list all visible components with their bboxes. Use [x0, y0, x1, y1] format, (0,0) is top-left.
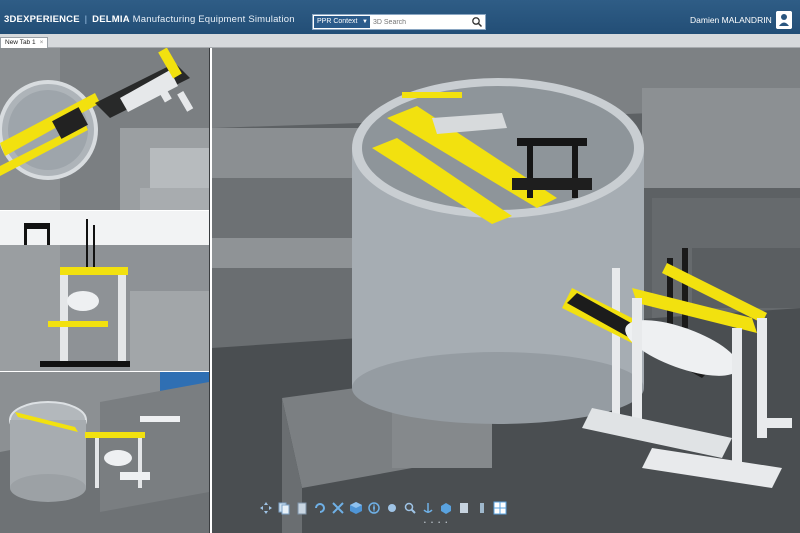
brand-separator: |: [84, 14, 88, 25]
viewport-side-view[interactable]: [0, 210, 209, 371]
pin-icon[interactable]: [473, 500, 490, 517]
compass-icon[interactable]: [365, 500, 382, 517]
main-3d-scene: [212, 48, 800, 533]
zoom-icon[interactable]: [401, 500, 418, 517]
layout-icon[interactable]: [491, 500, 508, 517]
viewport-main-3d[interactable]: [210, 48, 800, 533]
paste-icon[interactable]: [293, 500, 310, 517]
search-icon[interactable]: [471, 16, 483, 28]
measure-icon[interactable]: [437, 500, 454, 517]
brand-app-name: DELMIA: [92, 14, 130, 25]
user-name[interactable]: Damien MALANDRIN: [690, 15, 772, 25]
app-brand: 3DEXPERIENCE | DELMIA Manufacturing Equi…: [4, 14, 295, 25]
chevron-down-icon: ▼: [362, 19, 368, 25]
brand-subtitle: Manufacturing Equipment Simulation: [132, 14, 295, 25]
view-icon[interactable]: [383, 500, 400, 517]
iso-view-scene: [0, 372, 209, 533]
top-view-scene: [0, 48, 209, 210]
context-select-label: PPR Context: [317, 18, 358, 25]
tab-label: New Tab 1: [5, 39, 36, 46]
anchor-icon[interactable]: [419, 500, 436, 517]
app-window: 3DEXPERIENCE | DELMIA Manufacturing Equi…: [0, 0, 800, 533]
copy-icon[interactable]: [275, 500, 292, 517]
page-indicator-dots: • • • •: [424, 520, 450, 526]
tab-strip: New Tab 1 ×: [0, 34, 800, 48]
user-icon[interactable]: [776, 11, 792, 29]
cube-icon[interactable]: [347, 500, 364, 517]
bottom-toolbar: [257, 498, 508, 518]
pan-icon[interactable]: [257, 500, 274, 517]
fit-all-icon[interactable]: [329, 500, 346, 517]
close-icon[interactable]: ×: [40, 39, 44, 46]
context-select[interactable]: PPR Context ▼: [314, 16, 370, 28]
viewport-iso-view[interactable]: [0, 371, 209, 533]
tab-new-tab-1[interactable]: New Tab 1 ×: [0, 37, 49, 48]
brand-logo: 3DEXPERIENCE: [4, 14, 80, 25]
render-icon[interactable]: [455, 500, 472, 517]
search-input[interactable]: [373, 16, 469, 28]
side-view-scene: [0, 211, 209, 371]
search-bar: PPR Context ▼: [312, 14, 486, 30]
viewport-top-view[interactable]: [0, 48, 209, 210]
rotate-icon[interactable]: [311, 500, 328, 517]
